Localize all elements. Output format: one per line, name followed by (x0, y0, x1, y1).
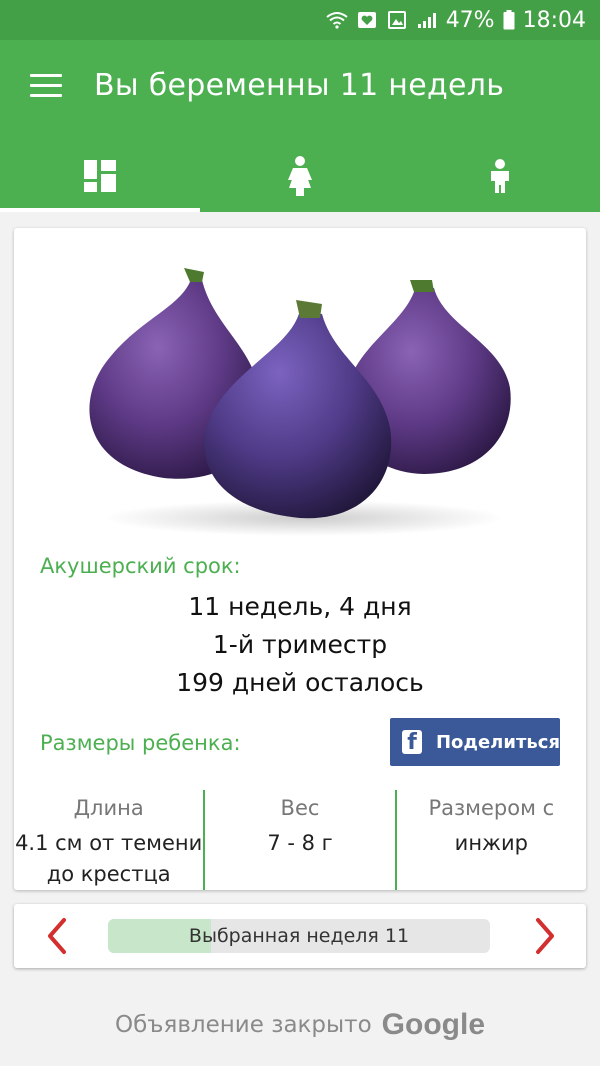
mother-icon (288, 156, 312, 196)
next-week-button[interactable] (524, 916, 564, 956)
facebook-icon: f (402, 730, 422, 754)
tab-mother[interactable] (200, 140, 400, 212)
image-notification-icon (387, 11, 406, 29)
stat-size-label: Размером с (428, 796, 555, 820)
tab-bar (0, 140, 600, 212)
baby-icon (491, 159, 509, 193)
week-info-card: Акушерский срок: 11 недель, 4 дня 1-й тр… (14, 228, 586, 890)
stat-weight: Вес 7 - 8 г (203, 790, 394, 890)
facebook-share-button[interactable]: f Поделиться (390, 718, 560, 766)
clock: 18:04 (522, 7, 586, 33)
wifi-icon (326, 12, 348, 29)
menu-icon[interactable] (30, 74, 62, 98)
fig-fruit-image (89, 268, 511, 536)
baby-size-label: Размеры ребенка: (40, 731, 241, 755)
page-title: Вы беременны 11 недель (94, 68, 505, 103)
term-trimester: 1-й триместр (212, 630, 388, 659)
stat-weight-value: 7 - 8 г (267, 831, 333, 855)
stat-length-value: 4.1 см от темени до крестца (15, 831, 203, 886)
stat-length: Длина 4.1 см от темени до крестца (14, 790, 203, 890)
dashboard-icon (84, 160, 116, 192)
ad-closed-banner: Объявление закрыто Google (0, 1000, 600, 1050)
term-days-left: 199 дней осталось (176, 668, 424, 697)
stat-length-label: Длина (73, 796, 144, 820)
week-progress-bar[interactable]: Выбранная неделя 11 (108, 919, 490, 953)
share-label: Поделиться (435, 731, 560, 753)
stat-size-value: инжир (454, 831, 528, 855)
week-selector: Выбранная неделя 11 (14, 904, 586, 968)
term-label: Акушерский срок: (40, 554, 241, 578)
ad-closed-text: Объявление закрыто (114, 1012, 372, 1038)
stat-size-comparison: Размером с инжир (394, 790, 586, 890)
signal-icon (417, 13, 436, 28)
app-bar: Вы беременны 11 недель (0, 40, 600, 212)
previous-week-button[interactable] (38, 916, 78, 956)
tab-baby[interactable] (400, 140, 600, 212)
battery-icon (503, 10, 515, 30)
stat-weight-label: Вес (280, 796, 320, 820)
term-weeks-days: 11 недель, 4 дня (188, 592, 412, 621)
battery-percent: 47% (445, 7, 495, 33)
selected-week-text: Выбранная неделя 11 (188, 925, 410, 947)
google-logo: Google (381, 1008, 486, 1041)
tab-dashboard[interactable] (0, 140, 200, 212)
baby-size-stats: Длина 4.1 см от темени до крестца Вес 7 … (14, 790, 586, 890)
status-bar: 47% 18:04 (0, 0, 600, 40)
heart-notification-icon (357, 12, 376, 28)
